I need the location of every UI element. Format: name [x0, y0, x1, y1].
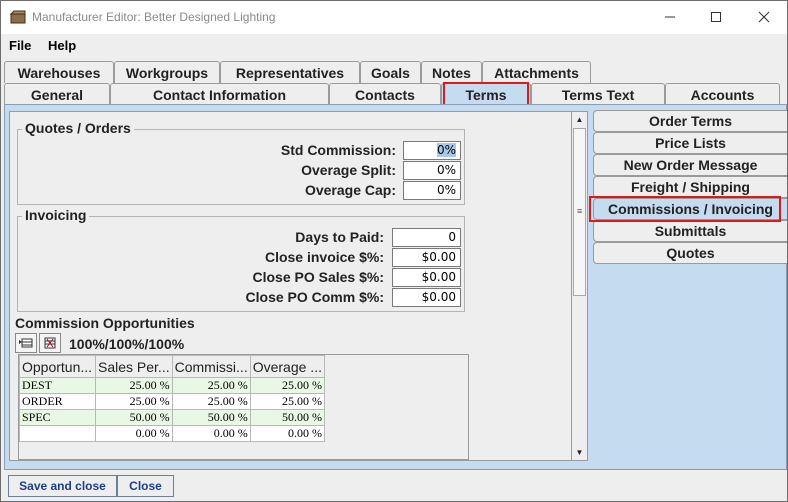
close-po-comm-label: Close PO Comm $%: — [245, 289, 384, 305]
side-tab-submittals[interactable]: Submittals — [593, 220, 787, 242]
table-row[interactable]: 0.00 % 0.00 % 0.00 % — [19, 425, 325, 442]
tab-representatives[interactable]: Representatives — [220, 61, 360, 83]
tab-general[interactable]: General — [4, 83, 110, 105]
commission-opportunities-title: Commission Opportunities — [15, 315, 195, 331]
cell-sales[interactable]: 25.00 % — [95, 377, 173, 394]
grip-icon: ≡ — [577, 206, 583, 216]
manufacturer-editor-window: Manufacturer Editor: Better Designed Lig… — [0, 0, 788, 502]
column-header-commission[interactable]: Commissi... — [171, 355, 251, 378]
menu-file[interactable]: File — [9, 38, 31, 53]
overage-split-label: Overage Split: — [301, 162, 396, 178]
minimize-icon — [665, 16, 675, 18]
table-row[interactable]: DEST 25.00 % 25.00 % 25.00 % — [19, 377, 325, 394]
std-commission-label: Std Commission: — [280, 142, 396, 158]
cell-overage[interactable]: 25.00 % — [249, 393, 325, 410]
table-header-row: Opportun... Sales Per... Commissi... Ove… — [19, 355, 325, 378]
close-icon — [758, 11, 770, 23]
side-tab-commissions-invoicing[interactable]: Commissions / Invoicing — [593, 198, 787, 220]
tab-terms-text[interactable]: Terms Text — [531, 83, 665, 105]
scroll-down-arrow-icon[interactable]: ▼ — [572, 445, 587, 460]
cell-opportunity[interactable] — [19, 425, 96, 442]
tab-notes[interactable]: Notes — [421, 61, 482, 83]
cell-commission[interactable]: 25.00 % — [171, 393, 251, 410]
side-tab-price-lists[interactable]: Price Lists — [593, 132, 787, 154]
scroll-up-arrow-icon[interactable]: ▲ — [572, 112, 587, 127]
vertical-scrollbar[interactable]: ▲ ≡ ▼ — [571, 111, 588, 461]
close-button[interactable]: Close — [117, 475, 174, 497]
minimize-button[interactable] — [647, 1, 693, 33]
tab-accounts[interactable]: Accounts — [665, 83, 780, 105]
tab-contacts[interactable]: Contacts — [329, 83, 441, 105]
cell-overage[interactable]: 50.00 % — [249, 409, 325, 426]
cell-commission[interactable]: 25.00 % — [171, 377, 251, 394]
close-po-sales-input[interactable]: $0.00 — [392, 268, 461, 287]
std-commission-input[interactable]: 0% — [403, 141, 461, 160]
table-row[interactable]: ORDER 25.00 % 25.00 % 25.00 % — [19, 393, 325, 410]
remove-row-button[interactable] — [39, 333, 61, 353]
cell-opportunity[interactable]: SPEC — [19, 409, 96, 426]
overage-cap-input[interactable]: 0% — [403, 181, 461, 200]
remove-row-icon — [44, 337, 56, 349]
save-and-close-button[interactable]: Save and close — [8, 475, 117, 497]
side-tab-quotes[interactable]: Quotes — [593, 242, 787, 264]
overage-split-input[interactable]: 0% — [403, 161, 461, 180]
cell-commission[interactable]: 0.00 % — [171, 425, 251, 442]
close-window-button[interactable] — [741, 1, 787, 33]
column-header-overage[interactable]: Overage ... — [249, 355, 325, 378]
add-row-button[interactable] — [15, 333, 37, 353]
maximize-button[interactable] — [693, 1, 739, 33]
std-commission-value: 0% — [436, 143, 456, 157]
tab-goals[interactable]: Goals — [360, 61, 421, 83]
tab-workgroups[interactable]: Workgroups — [114, 61, 220, 83]
column-header-opportunity[interactable]: Opportun... — [19, 355, 96, 378]
commission-table: Opportun... Sales Per... Commissi... Ove… — [19, 355, 325, 442]
app-icon — [10, 10, 26, 24]
maximize-icon — [711, 12, 721, 22]
cell-opportunity[interactable]: ORDER — [19, 393, 96, 410]
window-title: Manufacturer Editor: Better Designed Lig… — [32, 10, 276, 24]
column-header-sales[interactable]: Sales Per... — [95, 355, 173, 378]
days-to-paid-label: Days to Paid: — [295, 229, 384, 245]
cell-sales[interactable]: 0.00 % — [95, 425, 173, 442]
tab-contact-information[interactable]: Contact Information — [110, 83, 329, 105]
close-po-sales-label: Close PO Sales $%: — [252, 269, 384, 285]
commission-invoicing-panel: Quotes / Orders Std Commission: 0% Overa… — [9, 111, 576, 461]
add-row-icon — [19, 338, 33, 348]
cell-overage[interactable]: 0.00 % — [249, 425, 325, 442]
close-po-comm-input[interactable]: $0.00 — [392, 288, 461, 307]
commission-summary: 100%/100%/100% — [69, 336, 185, 352]
quotes-orders-legend: Quotes / Orders — [22, 120, 134, 136]
close-invoice-input[interactable]: $0.00 — [392, 248, 461, 267]
side-tab-freight-shipping[interactable]: Freight / Shipping — [593, 176, 787, 198]
title-bar: Manufacturer Editor: Better Designed Lig… — [1, 1, 787, 34]
side-tab-new-order-message[interactable]: New Order Message — [593, 154, 787, 176]
invoicing-legend: Invoicing — [22, 207, 90, 223]
cell-overage[interactable]: 25.00 % — [249, 377, 325, 394]
cell-sales[interactable]: 50.00 % — [95, 409, 173, 426]
side-tab-order-terms[interactable]: Order Terms — [593, 110, 787, 132]
days-to-paid-input[interactable]: 0 — [392, 228, 461, 247]
overage-cap-label: Overage Cap: — [304, 182, 396, 198]
cell-commission[interactable]: 50.00 % — [171, 409, 251, 426]
scroll-thumb[interactable]: ≡ — [573, 128, 586, 296]
commission-opportunities-grid: Opportun... Sales Per... Commissi... Ove… — [18, 354, 469, 460]
menu-help[interactable]: Help — [48, 38, 76, 53]
tab-terms[interactable]: Terms — [441, 83, 531, 106]
table-row[interactable]: SPEC 50.00 % 50.00 % 50.00 % — [19, 409, 325, 426]
cell-sales[interactable]: 25.00 % — [95, 393, 173, 410]
terms-content-area: Quotes / Orders Std Commission: 0% Overa… — [4, 104, 787, 470]
menu-bar: File Help — [1, 34, 787, 56]
close-invoice-label: Close invoice $%: — [264, 249, 384, 265]
cell-opportunity[interactable]: DEST — [19, 377, 96, 394]
tab-warehouses[interactable]: Warehouses — [4, 61, 114, 83]
tab-attachments[interactable]: Attachments — [482, 61, 591, 83]
